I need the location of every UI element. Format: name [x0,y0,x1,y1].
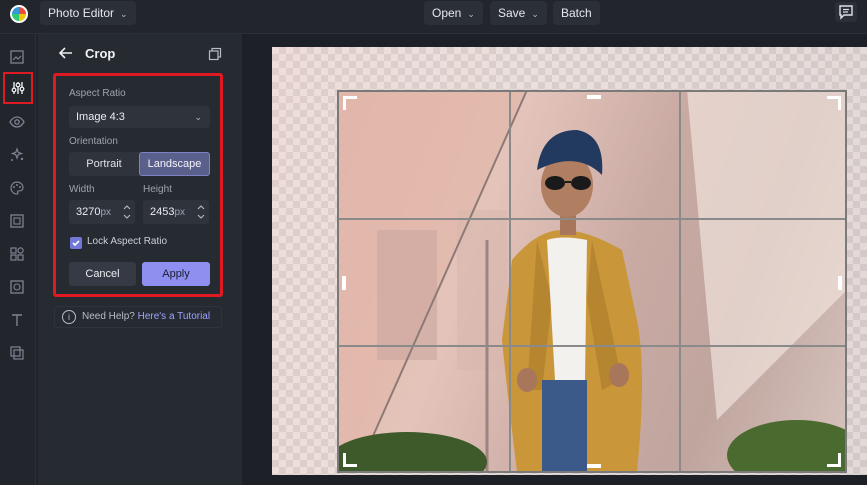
aspect-ratio-value: Image 4:3 [76,111,125,123]
back-arrow-icon[interactable] [58,46,74,60]
aspect-ratio-select[interactable]: Image 4:3 ⌄ [69,106,210,128]
info-icon: i [62,310,76,324]
crop-handle-bottom[interactable] [587,464,601,468]
grid-line [679,92,681,471]
apply-button[interactable]: Apply [142,262,210,286]
image-canvas[interactable] [272,47,867,475]
batch-button[interactable]: Batch [553,1,600,25]
grid-line [339,218,845,220]
batch-label: Batch [561,6,592,20]
lock-aspect-label: Lock Aspect Ratio [87,236,168,247]
width-label: Width [69,184,95,195]
adjust-icon[interactable] [3,72,33,104]
texture-icon[interactable] [6,276,28,298]
top-bar: Photo Editor ⌄ Open ⌄ Save ⌄ Batch [0,0,867,34]
tool-rail [0,34,36,485]
canvas-workspace [242,34,867,485]
copy-icon[interactable] [208,47,222,61]
chevron-down-icon: ⌄ [120,9,128,19]
height-stepper-icon[interactable] [197,203,205,221]
tutorial-link[interactable]: Here's a Tutorial [138,311,211,322]
width-value: 3270 [76,206,101,218]
save-label: Save [498,6,526,20]
text-icon[interactable] [6,309,28,331]
eye-icon[interactable] [6,111,28,133]
feedback-icon[interactable] [835,2,857,22]
photo-editor-label: Photo Editor [48,6,115,20]
crop-handle-right[interactable] [838,276,842,290]
crop-handle-bottom-right[interactable] [838,453,841,467]
height-label: Height [143,184,172,195]
shapes-icon[interactable] [6,243,28,265]
effects-icon[interactable] [6,144,28,166]
cancel-button[interactable]: Cancel [69,262,136,286]
app-logo-icon[interactable] [10,5,28,23]
lock-aspect-checkbox[interactable] [70,237,82,249]
grid-line [339,345,845,347]
crop-frame[interactable] [337,90,847,473]
chevron-down-icon: ⌄ [531,9,539,19]
portrait-button[interactable]: Portrait [69,152,139,176]
orientation-label: Orientation [69,136,118,147]
open-button[interactable]: Open ⌄ [424,1,483,25]
chevron-down-icon: ⌄ [194,112,202,122]
layers-icon[interactable] [6,46,28,68]
grid-line [509,92,511,471]
crop-panel: Crop Aspect Ratio Image 4:3 ⌄ Orientatio… [38,34,242,485]
open-label: Open [432,6,462,20]
help-row: i Need Help? Here's a Tutorial [54,306,222,328]
overlay-icon[interactable] [6,342,28,364]
height-value: 2453 [150,206,175,218]
checkmark-icon [72,240,80,247]
orientation-toggle: Portrait Landscape [69,152,210,176]
crop-handle-top-right[interactable] [838,96,841,110]
crop-settings-highlight: Aspect Ratio Image 4:3 ⌄ Orientation Por… [53,73,223,297]
crop-handle-bottom-left[interactable] [343,453,346,467]
palette-icon[interactable] [6,177,28,199]
crop-handle-top[interactable] [587,95,601,99]
aspect-ratio-label: Aspect Ratio [69,88,126,99]
width-unit: px [100,207,112,218]
landscape-button[interactable]: Landscape [139,152,210,176]
save-button[interactable]: Save ⌄ [490,1,547,25]
crop-handle-left[interactable] [342,276,346,290]
height-unit: px [174,207,186,218]
help-text: Need Help? [82,311,135,322]
crop-handle-top-left[interactable] [343,96,346,110]
frame-icon[interactable] [6,210,28,232]
photo-editor-menu[interactable]: Photo Editor ⌄ [40,1,136,25]
panel-title: Crop [85,46,116,61]
chevron-down-icon: ⌄ [467,9,475,19]
width-field[interactable]: 3270px [69,200,135,224]
width-stepper-icon[interactable] [123,203,131,221]
height-field[interactable]: 2453px [143,200,209,224]
